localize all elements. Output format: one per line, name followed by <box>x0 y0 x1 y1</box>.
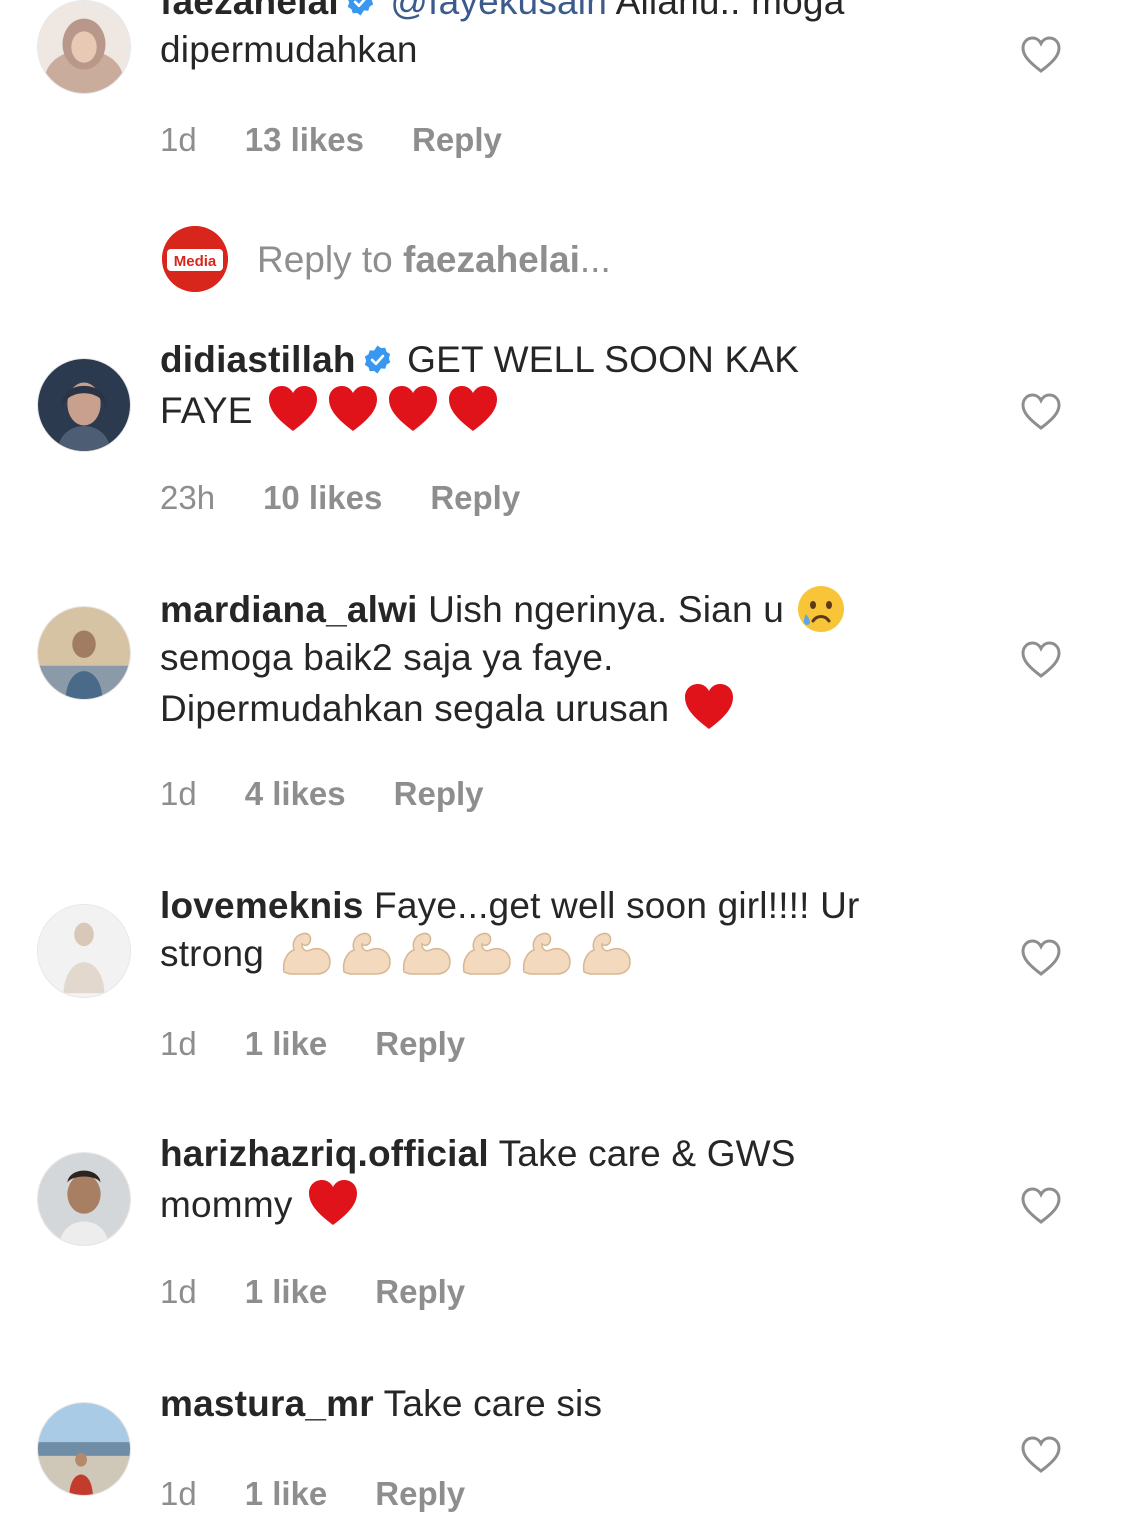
comment-meta: 1d 4 likes Reply <box>160 774 484 814</box>
comment-body-line: strong <box>160 933 265 974</box>
reply-button[interactable]: Reply <box>375 1475 465 1512</box>
like-heart-icon[interactable] <box>1021 1436 1061 1474</box>
comment-meta: 1d 1 like Reply <box>160 1474 465 1514</box>
red-heart-emoji <box>268 386 317 431</box>
comment-username[interactable]: mastura_mr <box>160 1383 374 1424</box>
comment-likes[interactable]: 1 like <box>245 1025 328 1062</box>
reply-button[interactable]: Reply <box>375 1025 465 1062</box>
comment-meta: 23h 10 likes Reply <box>160 478 520 518</box>
comment-text: lovemeknis Faye...get well soon girl!!!!… <box>160 882 980 978</box>
comment-username[interactable]: didiastillah <box>160 339 356 380</box>
verified-badge-icon <box>347 0 374 16</box>
avatar[interactable] <box>37 1152 131 1246</box>
comment-body: Take care sis <box>383 1383 603 1424</box>
flexed-biceps-emoji <box>522 932 571 975</box>
crying-face-emoji <box>798 586 844 632</box>
comment-body-line: Dipermudahkan segala urusan <box>160 688 670 729</box>
comment-text: didiastillah GET WELL SOON KAK FAYE <box>160 336 980 435</box>
comment-meta: 1d 13 likes Reply <box>160 120 502 160</box>
comment-likes[interactable]: 13 likes <box>245 121 364 158</box>
flexed-biceps-emoji <box>582 932 631 975</box>
avatar[interactable] <box>37 358 131 452</box>
comment-username[interactable]: mardiana_alwi <box>160 589 418 630</box>
reply-suffix: ... <box>579 239 611 280</box>
like-heart-icon[interactable] <box>1021 393 1061 431</box>
red-heart-emoji <box>448 386 497 431</box>
like-heart-icon[interactable] <box>1021 939 1061 977</box>
flexed-biceps-emoji <box>402 932 451 975</box>
comment-time: 1d <box>160 1025 197 1062</box>
verified-badge-icon <box>364 345 390 374</box>
flexed-biceps-emoji <box>282 932 331 975</box>
comment-likes[interactable]: 4 likes <box>245 775 346 812</box>
reply-button[interactable]: Reply <box>375 1273 465 1310</box>
reply-input-row[interactable]: Media Reply to faezahelai... <box>0 226 1125 296</box>
comment-username[interactable]: lovemeknis <box>160 885 364 926</box>
flexed-biceps-emoji <box>462 932 511 975</box>
comment-username[interactable]: harizhazriq.official <box>160 1133 489 1174</box>
comment-body: Uish ngerinya. Sian u <box>428 589 784 630</box>
like-heart-icon[interactable] <box>1021 1187 1061 1225</box>
red-heart-emoji <box>388 386 437 431</box>
comment-likes[interactable]: 1 like <box>245 1475 328 1512</box>
comment-likes[interactable]: 10 likes <box>263 479 382 516</box>
comment-meta: 1d 1 like Reply <box>160 1272 465 1312</box>
comment-username[interactable]: faezahelai <box>160 0 339 22</box>
comment-body: Take care & GWS <box>498 1133 796 1174</box>
avatar: Media <box>162 226 228 292</box>
red-heart-emoji <box>328 386 377 431</box>
comment-body: Allahu.. moga <box>615 0 845 22</box>
avatar[interactable] <box>37 0 131 94</box>
comment-body-line: semoga baik2 saja ya faye. <box>160 637 614 678</box>
comment-text: faezahelai @fayekusairi Allahu.. moga di… <box>160 0 980 74</box>
comment-text: mastura_mr Take care sis <box>160 1380 980 1428</box>
comment-body: GET WELL SOON KAK <box>407 339 800 380</box>
comment-body-line: mommy <box>160 1184 293 1225</box>
comment-body-line: FAYE <box>160 390 253 431</box>
like-heart-icon[interactable] <box>1021 641 1061 679</box>
comment-time: 1d <box>160 775 197 812</box>
comment-time: 1d <box>160 121 197 158</box>
comment-likes[interactable]: 1 like <box>245 1273 328 1310</box>
flexed-biceps-emoji <box>342 932 391 975</box>
comment-time: 23h <box>160 479 216 516</box>
avatar[interactable] <box>37 904 131 998</box>
comment-text: mardiana_alwi Uish ngerinya. Sian u semo… <box>160 584 980 733</box>
media-logo-text: Media <box>174 253 217 270</box>
like-heart-icon[interactable] <box>1021 36 1061 74</box>
comment-body: Faye...get well soon girl!!!! Ur <box>374 885 860 926</box>
red-heart-emoji <box>685 684 734 729</box>
comment-time: 1d <box>160 1273 197 1310</box>
reply-target: faezahelai <box>403 239 580 280</box>
comment-text: harizhazriq.official Take care & GWS mom… <box>160 1130 980 1229</box>
comment-meta: 1d 1 like Reply <box>160 1024 465 1064</box>
comment-body-line: dipermudahkan <box>160 29 418 70</box>
avatar[interactable] <box>37 606 131 700</box>
mention-link[interactable]: @fayekusairi <box>390 0 607 22</box>
avatar[interactable] <box>37 1402 131 1496</box>
reply-button[interactable]: Reply <box>430 479 520 516</box>
reply-button[interactable]: Reply <box>394 775 484 812</box>
comment-time: 1d <box>160 1475 197 1512</box>
reply-button[interactable]: Reply <box>412 121 502 158</box>
reply-prefix: Reply to <box>257 239 393 280</box>
red-heart-emoji <box>308 1180 357 1225</box>
reply-input-placeholder[interactable]: Reply to faezahelai... <box>257 238 611 282</box>
